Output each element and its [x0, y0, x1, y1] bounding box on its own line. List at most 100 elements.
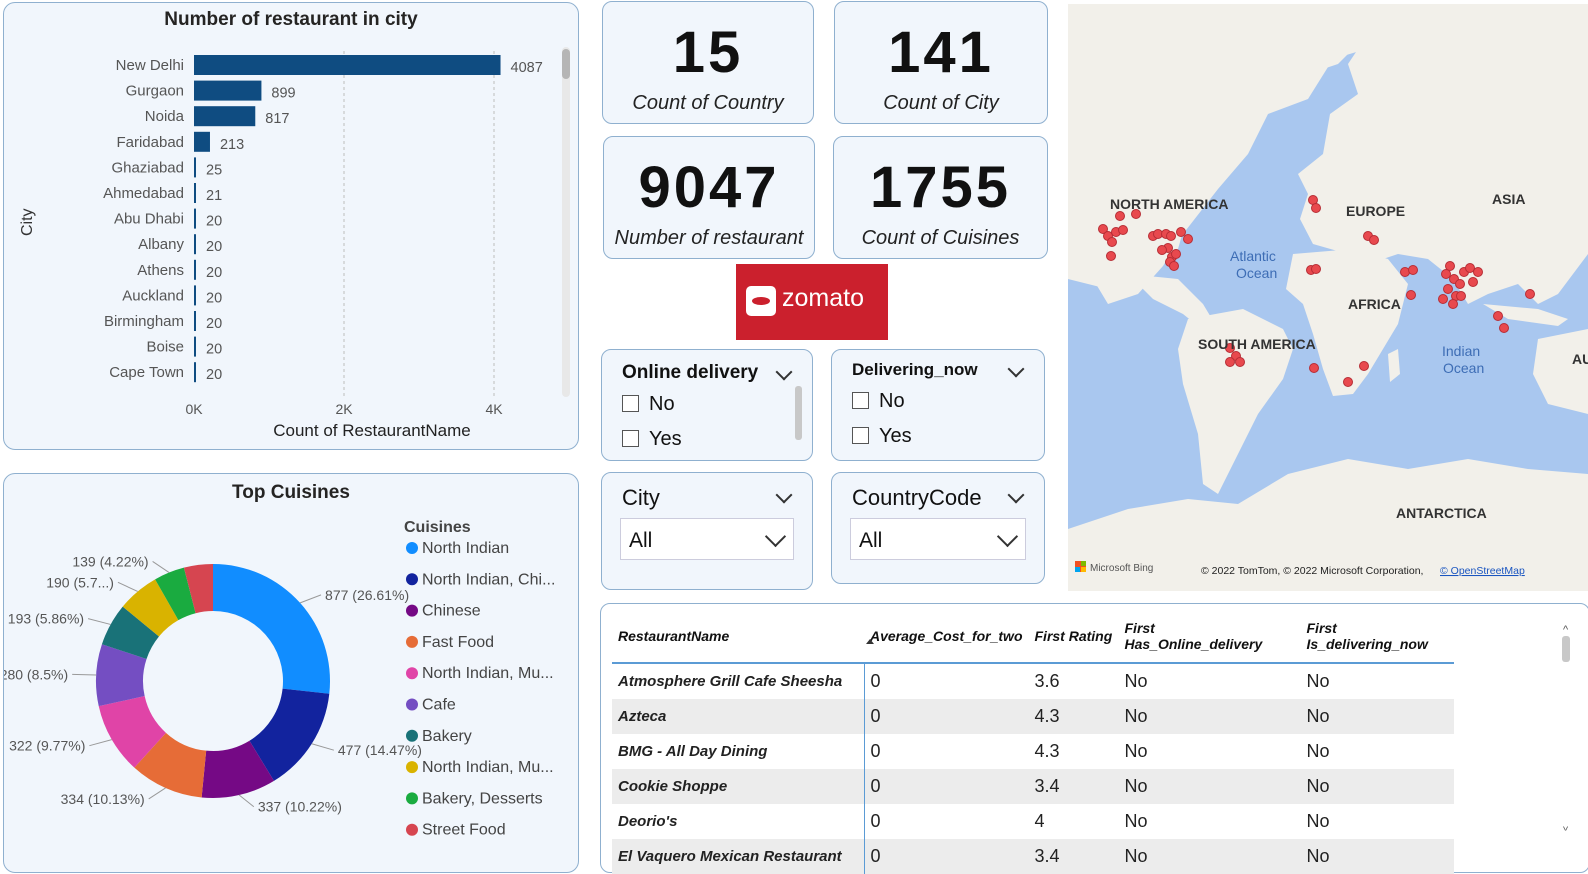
map-location-marker[interactable] [1311, 203, 1321, 213]
bar[interactable] [194, 131, 210, 152]
chevron-down-icon[interactable] [775, 486, 793, 504]
map-location-marker[interactable] [1225, 357, 1235, 367]
map-location-marker[interactable] [1438, 294, 1448, 304]
delivering-now-option-yes[interactable]: Yes [852, 425, 912, 448]
map-location-marker[interactable] [1359, 361, 1369, 371]
chevron-down-icon[interactable] [1007, 360, 1025, 378]
sort-ascending-icon[interactable] [866, 639, 874, 644]
slicer-scrollbar[interactable] [795, 386, 802, 440]
map-location-marker[interactable] [1406, 290, 1416, 300]
bar[interactable] [194, 208, 196, 229]
bar[interactable] [194, 336, 196, 357]
legend-item[interactable]: North Indian, Chi... [422, 571, 555, 588]
legend-item[interactable]: Bakery [422, 728, 472, 745]
country-code-dropdown-value: All [859, 529, 883, 552]
openstreetmap-link[interactable]: © OpenStreetMap [1440, 565, 1525, 577]
map-location-marker[interactable] [1169, 261, 1179, 271]
map-location-marker[interactable] [1157, 245, 1167, 255]
table-scrollbar-thumb[interactable] [1562, 636, 1570, 662]
table-row[interactable]: Cookie Shoppe 0 3.4 No No [612, 769, 1454, 804]
chevron-down-icon[interactable] [996, 525, 1019, 548]
bar-category-label: New Delhi [116, 57, 184, 74]
legend-item[interactable]: Bakery, Desserts [422, 790, 543, 807]
map-location-marker[interactable] [1493, 311, 1503, 321]
legend-item[interactable]: North Indian, Mu... [422, 665, 554, 682]
map-location-marker[interactable] [1456, 291, 1466, 301]
legend-item[interactable]: North Indian, Mu... [422, 759, 554, 776]
table-row[interactable]: Azteca 0 4.3 No No [612, 699, 1454, 734]
city-dropdown[interactable]: All [620, 518, 794, 560]
delivering-now-option-no[interactable]: No [852, 390, 905, 413]
map-location-marker[interactable] [1443, 284, 1453, 294]
map-location-marker[interactable] [1311, 264, 1321, 274]
donut-slice[interactable] [213, 564, 330, 694]
bar[interactable] [194, 285, 196, 306]
online-delivery-option-no[interactable]: No [622, 393, 675, 416]
column-header-online-delivery[interactable]: First Has_Online_delivery [1118, 614, 1301, 664]
map-label-au: AU [1572, 351, 1588, 367]
map-location-marker[interactable] [1473, 267, 1483, 277]
legend-item[interactable]: North Indian [422, 540, 509, 557]
legend-item[interactable]: Chinese [422, 603, 481, 620]
bar[interactable] [194, 183, 196, 203]
chevron-down-icon[interactable] [764, 525, 787, 548]
bar[interactable] [194, 55, 501, 75]
legend-item[interactable]: Fast Food [422, 634, 494, 651]
checkbox-icon[interactable] [852, 427, 869, 444]
checkbox-icon[interactable] [622, 430, 639, 447]
map-location-marker[interactable] [1107, 237, 1117, 247]
bar[interactable] [194, 157, 196, 178]
bar[interactable] [194, 234, 196, 255]
checkbox-icon[interactable] [622, 395, 639, 412]
bar[interactable] [194, 80, 262, 101]
table-scrollbar-up-icon[interactable]: ^ [1563, 624, 1568, 636]
column-header-first-rating[interactable]: First Rating [1028, 614, 1119, 664]
map-location-marker[interactable] [1106, 251, 1116, 261]
map-location-marker[interactable] [1525, 289, 1535, 299]
map-location-marker[interactable] [1309, 363, 1319, 373]
table-row[interactable]: El Vaquero Mexican Restaurant 0 3.4 No No [612, 839, 1454, 874]
map-location-marker[interactable] [1369, 235, 1379, 245]
table-scrollbar-down-icon[interactable]: ^ [1563, 820, 1568, 832]
bar-chart-scrollbar[interactable] [562, 47, 570, 397]
map-location-marker[interactable] [1115, 211, 1125, 221]
map-location-marker[interactable] [1176, 227, 1186, 237]
chevron-down-icon[interactable] [775, 363, 793, 381]
table-cell: No [1118, 839, 1301, 874]
table-cell: 3.4 [1028, 769, 1119, 804]
online-delivery-slicer: Online delivery No Yes [601, 349, 813, 461]
map-location-marker[interactable] [1183, 234, 1193, 244]
bar-chart-scrollbar-thumb[interactable] [562, 49, 570, 79]
world-map[interactable]: NORTH AMERICA EUROPE ASIA Atlantic Ocean… [1068, 4, 1588, 591]
map-location-marker[interactable] [1468, 277, 1478, 287]
column-header-restaurant-name[interactable]: RestaurantName [612, 614, 864, 664]
legend-item[interactable]: Cafe [422, 697, 456, 714]
bar[interactable] [194, 106, 256, 127]
map-location-marker[interactable] [1235, 357, 1245, 367]
map-location-marker[interactable] [1441, 269, 1451, 279]
option-label: No [649, 393, 675, 415]
map-location-marker[interactable] [1408, 265, 1418, 275]
table-row[interactable]: Atmosphere Grill Cafe Sheesha 0 3.6 No No [612, 663, 1454, 699]
bar[interactable] [194, 259, 196, 280]
map-location-marker[interactable] [1455, 279, 1465, 289]
map-location-marker[interactable] [1499, 323, 1509, 333]
table-row[interactable]: Deorio's 0 4 No No [612, 804, 1454, 839]
country-code-dropdown[interactable]: All [850, 518, 1026, 560]
chevron-down-icon[interactable] [1007, 486, 1025, 504]
map-location-marker[interactable] [1448, 299, 1458, 309]
online-delivery-option-yes[interactable]: Yes [622, 428, 682, 451]
map-location-marker[interactable] [1343, 377, 1353, 387]
map-location-marker[interactable] [1171, 249, 1181, 259]
map-location-marker[interactable] [1118, 225, 1128, 235]
bar-value-label: 20 [206, 342, 222, 358]
bar[interactable] [194, 362, 196, 383]
bar[interactable] [194, 311, 196, 331]
table-row[interactable]: BMG - All Day Dining 0 4.3 No No [612, 734, 1454, 769]
column-header-average-cost[interactable]: Average_Cost_for_two [864, 614, 1029, 664]
checkbox-icon[interactable] [852, 392, 869, 409]
map-location-marker[interactable] [1166, 231, 1176, 241]
column-header-delivering-now[interactable]: First Is_delivering_now [1300, 614, 1454, 664]
bar-category-label: Boise [146, 339, 184, 356]
legend-item[interactable]: Street Food [422, 822, 506, 839]
